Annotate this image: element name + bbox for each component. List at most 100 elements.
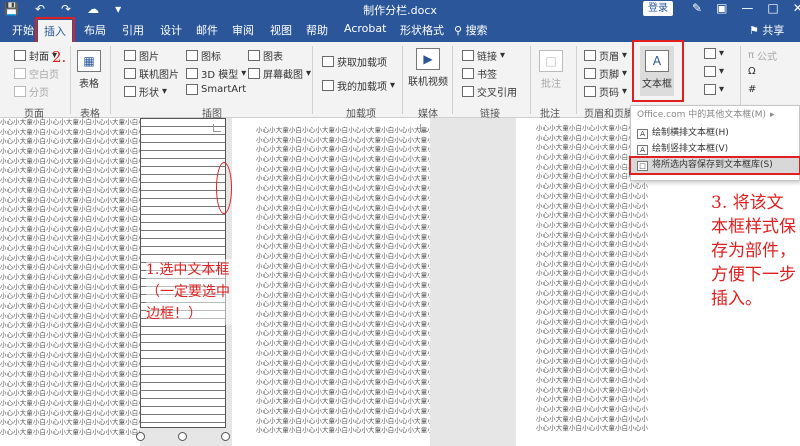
text-line: 小心小大童小白小心小大童小白小心小大童小白小心小: [0, 331, 140, 340]
cover-page-button[interactable]: 封面 ▾: [14, 48, 57, 63]
smartart-button[interactable]: SmartArt: [186, 84, 246, 95]
text-line: 小心小大童小白小心小大童小白小心小大童小白小心小大童小白: [536, 298, 648, 307]
page-left: 小心小大童小白小心小大童小白小心小大童小白小心小小心小大童小白小心小大童小白小心…: [0, 118, 140, 446]
resize-handle[interactable]: [221, 432, 230, 441]
table-button[interactable]: ▦ 表格: [74, 50, 104, 90]
icons-button[interactable]: 图标: [186, 48, 221, 63]
text-line: 小心小大童小白小心小大童小白小心小大童小白小心小: [0, 118, 140, 126]
3d-model-button[interactable]: 3D 模型 ▾: [186, 66, 246, 81]
text-line: 小心小大童小白小心小大童小白小心小大童小白小心小: [0, 418, 140, 427]
picture-button[interactable]: 图片: [124, 48, 159, 63]
pen-icon[interactable]: ✎: [692, 1, 702, 15]
share-button[interactable]: ⚑ 共享: [749, 22, 784, 38]
icons-icon: [186, 50, 198, 61]
restore-icon[interactable]: □: [767, 1, 778, 15]
online-video-button[interactable]: ▶ 联机视频: [408, 48, 448, 88]
ribbon-tabs: 开始 插入 布局 引用 设计 邮件 审阅 视图 帮助 Acrobat 形状格式 …: [0, 17, 800, 45]
tab-acrobat[interactable]: Acrobat: [344, 22, 386, 35]
text-line: 小心小大童小白小心小大童小白小心小大童小白小心小: [0, 273, 140, 281]
3d-model-icon: [186, 68, 198, 79]
my-addins-button[interactable]: 我的加载项 ▾: [322, 78, 395, 93]
page-break-icon: [14, 86, 26, 97]
close-icon[interactable]: ✕: [793, 1, 800, 15]
text-line: 小心小大童小白小心小大童小白小心小大童小白小心小大童小白: [536, 395, 648, 404]
menu-item-save-to-gallery[interactable]: □ 将所选内容保存到文本框库(S): [629, 156, 800, 175]
ribbon-display-icon[interactable]: ▣: [716, 1, 727, 15]
text-line: 小心小大童小白小心小大童小白小心小大童小白小心小: [0, 156, 140, 165]
page-break-button[interactable]: 分页: [14, 84, 49, 99]
text-line: 小心小大童小白小心小大童小白小心小大童小白小心小: [0, 360, 140, 369]
online-picture-button[interactable]: 联机图片: [124, 66, 179, 81]
tab-references[interactable]: 引用: [122, 22, 144, 38]
minimize-icon[interactable]: —: [741, 1, 753, 15]
bookmark-button[interactable]: 书签: [462, 66, 497, 81]
resize-handle[interactable]: [136, 432, 145, 441]
text-line: 小心小大童小白小心小大童小白小心小大童小白小心小大童小白小心小大童小白小心小大童: [256, 155, 430, 164]
text-line: 小心小大童小白小心小大童小白小心小大童小白小心小: [0, 253, 140, 262]
page-number-button[interactable]: 页码 ▾: [584, 84, 627, 99]
resize-handle[interactable]: [178, 432, 187, 441]
shapes-button[interactable]: 形状 ▾: [124, 84, 167, 99]
drop-cap-button[interactable]: ▾: [704, 84, 724, 95]
text-line: 小心小大童小白小心小大童小白小心小大童小白小心小大童小白小心小大童小白小心小大童: [256, 368, 430, 377]
screenshot-icon: [248, 68, 260, 79]
search-box[interactable]: ⚲ 搜索: [454, 22, 488, 38]
text-line: 小心小大童小白小心小大童小白小心小大童小白小心小: [0, 243, 140, 252]
text-line: 小心小大童小白小心小大童小白小心小大童小白小心小大童小白小心小大童小白小心小大童: [256, 203, 430, 212]
group-separator: [70, 46, 71, 114]
bookmark-icon: [462, 68, 474, 79]
tab-design[interactable]: 设计: [160, 22, 182, 38]
tab-home[interactable]: 开始: [12, 22, 34, 38]
text-line: 小心小大童小白小心小大童小白小心小大童小白小心小大童小白: [536, 308, 648, 317]
page-corner-mark: [213, 124, 221, 132]
tab-help[interactable]: 帮助: [306, 22, 328, 38]
tab-shape-format[interactable]: 形状格式: [400, 22, 444, 38]
group-separator: [530, 46, 531, 114]
formula-button[interactable]: π 公式: [748, 48, 777, 63]
tab-review[interactable]: 审阅: [232, 22, 254, 38]
quick-parts-icon: [704, 48, 716, 59]
group-separator: [312, 46, 313, 114]
blank-page-icon: [14, 68, 26, 79]
tab-mailings[interactable]: 邮件: [196, 22, 218, 38]
selection-handles: [0, 430, 800, 446]
link-icon: [462, 50, 474, 61]
footer-button[interactable]: 页脚 ▾: [584, 66, 627, 81]
quick-parts-button[interactable]: ▾: [704, 48, 724, 59]
text-line: 小心小大童小白小心小大童小白小心小大童小白小心小大童小白: [536, 317, 648, 326]
text-line: 小心小大童小白小心小大童小白小心小大童小白小心小大童小白小心小大童小白小心小大童: [256, 135, 430, 144]
blank-page-button[interactable]: 空白页: [14, 66, 59, 81]
get-addins-button[interactable]: 获取加载项: [322, 54, 387, 69]
cross-reference-button[interactable]: 交叉引用: [462, 84, 517, 99]
text-line: 小心小大童小白小心小大童小白小心小大童小白小心小大童小白: [536, 346, 648, 355]
menu-item-more-textboxes[interactable]: Office.com 中的其他文本框(M) ▸: [631, 108, 799, 123]
menu-item-draw-horizontal[interactable]: A 绘制横排文本框(H): [631, 126, 799, 141]
text-line: 小心小大童小白小心小大童小白小心小大童小白小心小大童小白: [536, 269, 648, 278]
border-highlight-ellipse: [216, 162, 232, 214]
tab-view[interactable]: 视图: [270, 22, 292, 38]
text-line: 小心小大童小白小心小大童小白小心小大童小白小心小大童小白: [536, 220, 648, 229]
text-line: 小心小大童小白小心小大童小白小心小大童小白小心小大童小白小心小大童小白小心小大童: [256, 222, 430, 231]
omega-icon: Ω: [748, 66, 756, 77]
text-line: 小心小大童小白小心小大童小白小心小大童小白小心小大童小白小心小大童小白小心小大童: [256, 406, 430, 415]
login-button[interactable]: 登录: [643, 1, 673, 16]
draw-vertical-textbox-icon: A: [637, 144, 648, 155]
screenshot-button[interactable]: 屏幕截图 ▾: [248, 66, 311, 81]
chart-button[interactable]: 图表: [248, 48, 283, 63]
symbol-button[interactable]: Ω: [748, 66, 756, 77]
window-controls: ✎ ▣ — □ ✕: [692, 1, 800, 15]
comment-button[interactable]: □ 批注: [536, 50, 566, 90]
my-addins-icon: [322, 80, 334, 91]
wordart-icon: [704, 66, 716, 77]
text-line: 小心小大童小白小心小大童小白小心小大童小白小心小大童小白: [536, 288, 648, 297]
text-line: 小心小大童小白小心小大童小白小心小大童小白小心小: [0, 166, 140, 175]
menu-item-draw-vertical[interactable]: A 绘制竖排文本框(V): [631, 142, 799, 157]
number-button[interactable]: #: [748, 84, 756, 95]
wordart-button[interactable]: ▾: [704, 66, 724, 77]
tab-insert[interactable]: 插入: [35, 17, 75, 45]
tab-layout[interactable]: 布局: [84, 22, 106, 38]
link-button[interactable]: 链接 ▾: [462, 48, 505, 63]
search-icon: ⚲: [454, 24, 466, 37]
header-button[interactable]: 页眉 ▾: [584, 48, 627, 63]
text-line: 小心小大童小白小心小大童小白小心小大童小白小心小大童小白小心小大童小白小心小大童: [256, 281, 430, 289]
